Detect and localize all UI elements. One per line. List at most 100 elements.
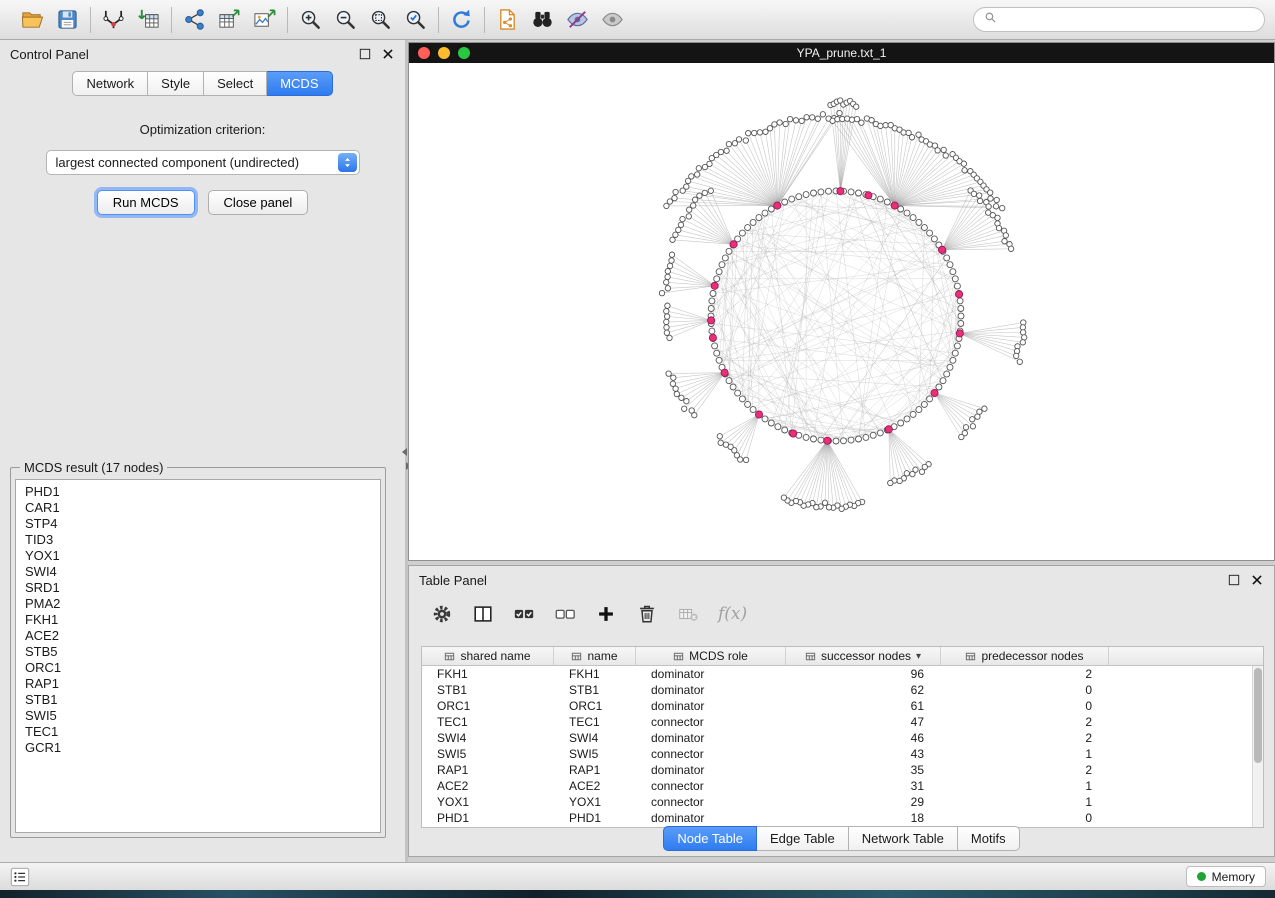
leaf-node[interactable] xyxy=(1020,330,1025,335)
criterion-dropdown[interactable]: largest connected component (undirected) xyxy=(46,150,360,175)
leaf-node[interactable] xyxy=(724,148,729,153)
leaf-node[interactable] xyxy=(883,123,888,128)
delete-row-icon[interactable] xyxy=(634,601,660,627)
leaf-node[interactable] xyxy=(664,330,669,335)
mcds-node-item[interactable]: STP4 xyxy=(25,516,371,532)
leaf-node[interactable] xyxy=(743,138,748,143)
leaf-node[interactable] xyxy=(665,274,670,279)
mcds-dominator-node[interactable] xyxy=(711,282,718,289)
ring-node[interactable] xyxy=(944,255,950,261)
leaf-node[interactable] xyxy=(941,147,946,152)
ring-node[interactable] xyxy=(726,248,732,254)
leaf-node[interactable] xyxy=(935,148,940,153)
add-row-icon[interactable] xyxy=(593,601,619,627)
leaf-node[interactable] xyxy=(702,190,707,195)
ring-node[interactable] xyxy=(848,189,854,195)
run-mcds-button[interactable]: Run MCDS xyxy=(97,190,195,215)
hide-details-icon[interactable] xyxy=(564,6,591,33)
leaf-node[interactable] xyxy=(674,391,679,396)
column-header-name[interactable]: name xyxy=(554,647,636,665)
mcds-node-item[interactable]: GCR1 xyxy=(25,740,371,756)
close-panel-icon[interactable] xyxy=(381,47,395,61)
ring-node[interactable] xyxy=(841,438,847,444)
ring-node[interactable] xyxy=(863,434,869,440)
leaf-node[interactable] xyxy=(787,116,792,121)
ring-node[interactable] xyxy=(927,396,933,402)
ring-node[interactable] xyxy=(818,189,824,195)
mcds-dominator-node[interactable] xyxy=(931,389,938,396)
mcds-node-item[interactable]: CAR1 xyxy=(25,500,371,516)
leaf-node[interactable] xyxy=(752,130,757,135)
table-scrollbar-thumb[interactable] xyxy=(1254,668,1262,763)
leaf-node[interactable] xyxy=(684,184,689,189)
mcds-node-item[interactable]: ACE2 xyxy=(25,628,371,644)
ring-node[interactable] xyxy=(750,407,756,413)
leaf-node[interactable] xyxy=(726,141,731,146)
ring-node[interactable] xyxy=(856,190,862,196)
leaf-node[interactable] xyxy=(665,303,670,308)
leaf-node[interactable] xyxy=(692,197,697,202)
leaf-node[interactable] xyxy=(975,414,980,419)
table-tab-network-table[interactable]: Network Table xyxy=(849,826,958,851)
ring-node[interactable] xyxy=(950,357,956,363)
ring-node[interactable] xyxy=(714,276,720,282)
ring-node[interactable] xyxy=(811,436,817,442)
table-tab-node-table[interactable]: Node Table xyxy=(663,826,757,851)
mcds-node-item[interactable]: RAP1 xyxy=(25,676,371,692)
leaf-node[interactable] xyxy=(670,237,675,242)
leaf-node[interactable] xyxy=(669,258,674,263)
leaf-node[interactable] xyxy=(664,308,669,313)
leaf-node[interactable] xyxy=(672,195,677,200)
memory-button[interactable]: Memory xyxy=(1186,866,1266,887)
tab-style[interactable]: Style xyxy=(148,71,204,96)
leaf-node[interactable] xyxy=(664,325,669,330)
ring-node[interactable] xyxy=(745,225,751,231)
leaf-node[interactable] xyxy=(793,118,798,123)
ring-node[interactable] xyxy=(877,196,883,202)
mcds-node-item[interactable]: STB1 xyxy=(25,692,371,708)
mcds-node-item[interactable]: PMA2 xyxy=(25,596,371,612)
ring-node[interactable] xyxy=(921,401,927,407)
ring-node[interactable] xyxy=(775,424,781,430)
leaf-node[interactable] xyxy=(970,417,975,422)
leaf-node[interactable] xyxy=(977,198,982,203)
mcds-dominator-node[interactable] xyxy=(956,330,963,337)
close-window-light[interactable] xyxy=(418,47,430,59)
table-row[interactable]: PHD1PHD1dominator180 xyxy=(422,810,1263,826)
leaf-node[interactable] xyxy=(961,161,966,166)
leaf-node[interactable] xyxy=(959,434,964,439)
ring-node[interactable] xyxy=(750,219,756,225)
ring-node[interactable] xyxy=(856,436,862,442)
ring-node[interactable] xyxy=(870,432,876,438)
leaf-node[interactable] xyxy=(799,118,804,123)
ring-node[interactable] xyxy=(952,350,958,356)
close-table-panel-icon[interactable] xyxy=(1250,573,1264,587)
leaf-node[interactable] xyxy=(1008,246,1013,251)
leaf-node[interactable] xyxy=(996,225,1001,230)
binoculars-icon[interactable] xyxy=(529,6,556,33)
leaf-node[interactable] xyxy=(746,131,751,136)
ring-node[interactable] xyxy=(958,313,964,319)
show-details-icon[interactable] xyxy=(599,6,626,33)
ring-node[interactable] xyxy=(768,420,774,426)
mcds-dominator-node[interactable] xyxy=(837,188,844,195)
minimize-window-light[interactable] xyxy=(438,47,450,59)
ring-node[interactable] xyxy=(910,215,916,221)
mcds-dominator-node[interactable] xyxy=(721,369,728,376)
ring-node[interactable] xyxy=(762,210,768,216)
mcds-dominator-node[interactable] xyxy=(730,241,737,248)
leaf-node[interactable] xyxy=(676,227,681,232)
mcds-node-item[interactable]: FKH1 xyxy=(25,612,371,628)
leaf-node[interactable] xyxy=(878,123,883,128)
leaf-node[interactable] xyxy=(757,130,762,135)
gear-icon[interactable] xyxy=(429,601,455,627)
leaf-node[interactable] xyxy=(696,166,701,171)
leaf-node[interactable] xyxy=(815,116,820,121)
search-box[interactable] xyxy=(973,7,1265,32)
mcds-dominator-node[interactable] xyxy=(885,426,892,433)
leaf-node[interactable] xyxy=(670,381,675,386)
leaf-node[interactable] xyxy=(970,424,975,429)
ring-node[interactable] xyxy=(898,420,904,426)
leaf-node[interactable] xyxy=(734,453,739,458)
leaf-node[interactable] xyxy=(666,371,671,376)
